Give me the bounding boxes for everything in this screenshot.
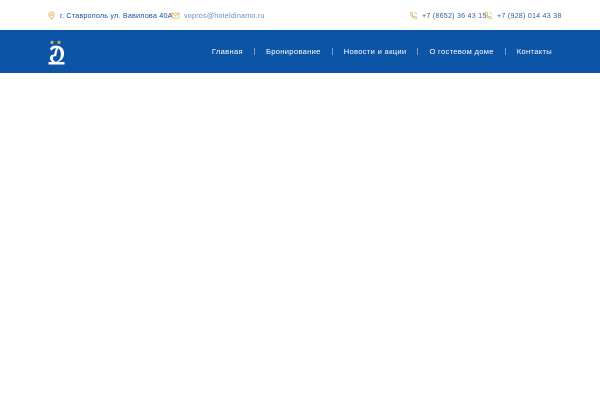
email-block[interactable]: vopros@hoteldinamo.ru: [171, 9, 265, 21]
email-link[interactable]: vopros@hoteldinamo.ru: [184, 11, 265, 20]
phone2-link[interactable]: +7 (928) 014 43 38: [497, 11, 562, 20]
main-navbar: Главная Бронирование Новости и акции О г…: [0, 30, 600, 73]
envelope-icon: [171, 11, 180, 20]
page-content: [0, 73, 600, 400]
top-info-bar: г. Ставрополь ул. Вавилова 40А vopros@ho…: [0, 0, 600, 30]
phone1-block[interactable]: +7 (8652) 36 43 15: [409, 9, 487, 21]
phone-icon: [409, 11, 418, 20]
nav-item-booking[interactable]: Бронирование: [266, 47, 321, 56]
nav-item-contacts[interactable]: Контакты: [517, 47, 552, 56]
address-block: г. Ставрополь ул. Вавилова 40А: [47, 9, 173, 21]
phone2-block[interactable]: +7 (928) 014 43 38: [484, 9, 562, 21]
nav-item-home[interactable]: Главная: [212, 47, 243, 56]
nav-item-about[interactable]: О гостевом доме: [429, 47, 493, 56]
nav-separator: [253, 48, 255, 55]
nav-separator: [417, 48, 419, 55]
map-pin-icon: [47, 10, 56, 20]
nav-separator: [331, 48, 333, 55]
phone1-link[interactable]: +7 (8652) 36 43 15: [422, 11, 487, 20]
main-menu: Главная Бронирование Новости и акции О г…: [212, 30, 552, 73]
nav-separator: [504, 48, 506, 55]
nav-item-news[interactable]: Новости и акции: [344, 47, 407, 56]
dinamo-logo-icon[interactable]: [44, 37, 70, 67]
phone-icon: [484, 11, 493, 20]
address-text: г. Ставрополь ул. Вавилова 40А: [60, 10, 173, 20]
